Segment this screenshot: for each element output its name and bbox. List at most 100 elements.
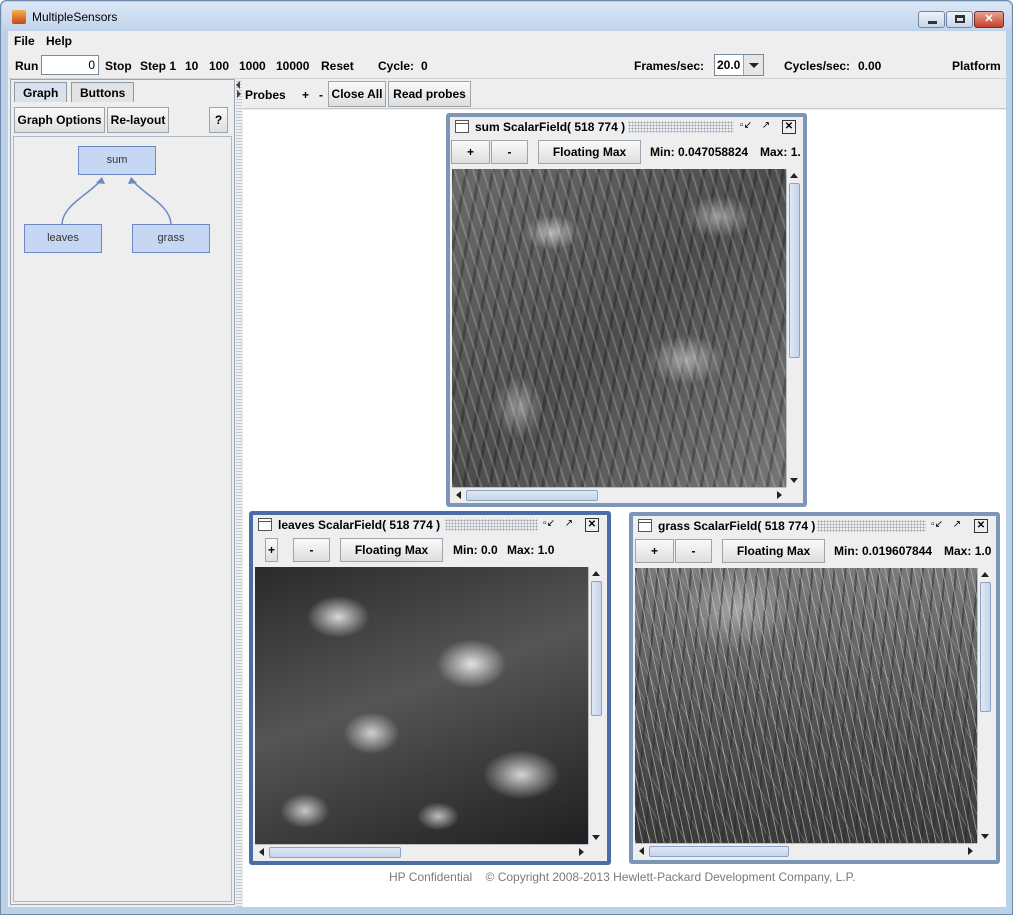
min-label: Min: <box>650 145 675 159</box>
graph-node-leaves[interactable]: leaves <box>24 224 102 253</box>
horizontal-scrollbar[interactable] <box>635 843 977 858</box>
read-probes-button[interactable]: Read probes <box>388 81 471 107</box>
floating-max-button[interactable]: Floating Max <box>722 539 825 563</box>
probe-title-bar[interactable]: grass ScalarField( 518 774 ) ▫↙ ↗ ✕ <box>633 516 996 536</box>
scroll-thumb[interactable] <box>466 490 598 501</box>
edge-arrowhead-grass <box>128 177 137 184</box>
scroll-left-icon[interactable] <box>456 491 461 499</box>
zoom-out-button[interactable]: - <box>491 140 528 164</box>
probes-minus-button[interactable]: - <box>319 88 323 102</box>
vertical-scrollbar[interactable] <box>977 568 992 843</box>
scroll-up-icon[interactable] <box>790 173 798 178</box>
zoom-in-button[interactable]: + <box>635 539 674 563</box>
fps-select[interactable]: 20.0 <box>714 54 764 76</box>
maximize-icon[interactable]: ↗ <box>950 519 964 533</box>
probe-window-leaves[interactable]: leaves ScalarField( 518 774 ) ▫↙ ↗ ✕ + -… <box>249 511 611 865</box>
zoom-out-button[interactable]: - <box>293 538 330 562</box>
zoom-in-button[interactable]: + <box>265 538 278 562</box>
scroll-left-icon[interactable] <box>259 848 264 856</box>
graph-options-button[interactable]: Graph Options <box>14 107 105 133</box>
step-1-button[interactable]: Step 1 <box>140 59 176 73</box>
probe-title-bar[interactable]: sum ScalarField( 518 774 ) ▫↙ ↗ ✕ <box>450 117 803 137</box>
close-icon[interactable]: ✕ <box>974 519 988 533</box>
java-cup-icon <box>12 10 26 24</box>
horizontal-scrollbar[interactable] <box>255 844 588 859</box>
graph-help-button[interactable]: ? <box>209 107 228 133</box>
min-value: 0.0 <box>481 543 498 557</box>
scroll-down-icon[interactable] <box>981 834 989 839</box>
run-button[interactable]: Run <box>15 59 38 73</box>
scroll-thumb[interactable] <box>269 847 401 858</box>
vertical-scrollbar[interactable] <box>786 169 801 487</box>
maximize-icon[interactable]: ↗ <box>562 518 576 532</box>
graph-node-grass[interactable]: grass <box>132 224 210 253</box>
step-10-button[interactable]: 10 <box>185 59 198 73</box>
close-icon[interactable]: ✕ <box>782 120 796 134</box>
reset-button[interactable]: Reset <box>321 59 354 73</box>
scroll-left-icon[interactable] <box>639 847 644 855</box>
floating-max-button[interactable]: Floating Max <box>340 538 443 562</box>
run-cycles-input[interactable]: 0 <box>41 55 99 75</box>
scroll-up-icon[interactable] <box>981 572 989 577</box>
menu-help[interactable]: Help <box>46 34 72 48</box>
probe-title: grass ScalarField( 518 774 ) <box>658 519 816 533</box>
edge-grass-sum <box>130 178 172 226</box>
scroll-right-icon[interactable] <box>777 491 782 499</box>
title-bar[interactable]: MultipleSensors ✕ <box>2 2 1011 30</box>
max-readout: Max: 1.0 <box>944 544 991 558</box>
maximize-icon <box>955 15 965 23</box>
fps-label: Frames/sec: <box>634 59 705 73</box>
step-1000-button[interactable]: 1000 <box>239 59 266 73</box>
platform-button[interactable]: Platform <box>952 59 1001 73</box>
scroll-down-icon[interactable] <box>592 835 600 840</box>
menu-file-label: File <box>14 34 35 48</box>
scroll-thumb[interactable] <box>591 581 602 716</box>
scroll-right-icon[interactable] <box>968 847 973 855</box>
graph-node-sum[interactable]: sum <box>78 146 156 175</box>
vertical-scrollbar[interactable] <box>588 567 603 844</box>
chevron-down-icon[interactable] <box>743 55 763 75</box>
scroll-corner <box>786 487 801 502</box>
floating-max-button[interactable]: Floating Max <box>538 140 641 164</box>
tab-graph[interactable]: Graph <box>14 82 68 102</box>
max-readout: Max: 1. <box>760 145 801 159</box>
minimize-button[interactable] <box>918 11 945 28</box>
max-label: Max: <box>507 543 535 557</box>
scroll-right-icon[interactable] <box>579 848 584 856</box>
scroll-up-icon[interactable] <box>592 571 600 576</box>
stop-button[interactable]: Stop <box>105 59 132 73</box>
collapse-left-icon[interactable] <box>236 81 240 89</box>
zoom-out-button[interactable]: - <box>675 539 712 563</box>
edge-leaves-sum <box>61 178 103 226</box>
close-icon: ✕ <box>984 13 994 25</box>
maximize-icon[interactable]: ↗ <box>759 120 773 134</box>
scroll-thumb[interactable] <box>980 582 991 712</box>
close-window-button[interactable]: ✕ <box>974 11 1004 28</box>
expand-right-icon[interactable] <box>237 90 241 98</box>
tab-buttons[interactable]: Buttons <box>71 82 135 102</box>
scroll-thumb[interactable] <box>649 846 789 857</box>
iconify-icon[interactable]: ▫↙ <box>542 518 556 532</box>
split-pane-divider[interactable] <box>236 79 242 907</box>
zoom-in-button[interactable]: + <box>451 140 490 164</box>
iconify-icon[interactable]: ▫↙ <box>930 519 944 533</box>
iconify-icon[interactable]: ▫↙ <box>739 120 753 134</box>
close-icon[interactable]: ✕ <box>585 518 599 532</box>
sum-image <box>452 169 786 487</box>
probes-plus-button[interactable]: + <box>302 88 309 102</box>
scalar-field-image-leaves <box>255 567 588 844</box>
step-100-button[interactable]: 100 <box>209 59 229 73</box>
scroll-thumb[interactable] <box>789 183 800 358</box>
graph-canvas[interactable]: sum leaves grass <box>13 136 232 902</box>
step-10000-button[interactable]: 10000 <box>276 59 309 73</box>
scroll-down-icon[interactable] <box>790 478 798 483</box>
probe-window-sum[interactable]: sum ScalarField( 518 774 ) ▫↙ ↗ ✕ + - Fl… <box>446 113 807 507</box>
menu-file[interactable]: File <box>14 34 35 48</box>
probe-window-grass[interactable]: grass ScalarField( 518 774 ) ▫↙ ↗ ✕ + - … <box>629 512 1000 864</box>
probe-title-bar[interactable]: leaves ScalarField( 518 774 ) ▫↙ ↗ ✕ <box>253 515 607 535</box>
close-all-button[interactable]: Close All <box>328 81 386 107</box>
horizontal-scrollbar[interactable] <box>452 487 786 502</box>
maximize-button[interactable] <box>946 11 973 28</box>
window-icon <box>258 518 272 531</box>
relayout-button[interactable]: Re-layout <box>107 107 169 133</box>
